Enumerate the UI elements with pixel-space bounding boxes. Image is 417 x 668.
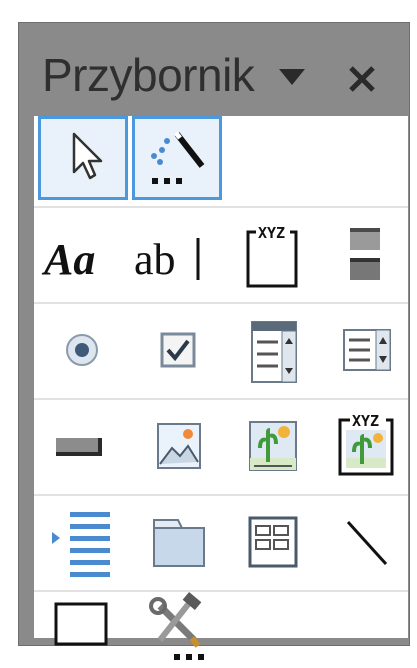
bound-object-frame-icon: XYZ [338,412,394,476]
toggle-button-tool-button[interactable] [320,212,410,296]
option-group-xyz-icon: XYZ [246,224,298,288]
image-tool-button[interactable] [132,404,222,488]
radio-button-icon [66,334,98,366]
textbox-tool-button[interactable]: ab [132,212,222,296]
unbound-object-frame-icon [249,421,297,471]
option-group-tool-button[interactable]: XYZ [226,212,316,296]
svg-text:XYZ: XYZ [258,224,285,242]
row-divider [34,398,408,400]
label-tool-button[interactable]: Aa [38,212,128,296]
command-button-tool-button[interactable] [38,404,128,488]
toolbox-panel: Aa ab XYZ XYZ [34,116,410,660]
toggle-button-icon [350,228,380,280]
rectangle-icon [54,602,108,646]
tools-icon [149,592,204,660]
row-divider [34,494,408,496]
magic-wand-icon [151,131,205,184]
svg-text:XYZ: XYZ [352,412,379,430]
toolbox-window: Przybornik Aa ab XYZ XYZ [18,22,410,660]
line-tool-button[interactable] [320,500,410,584]
control-wizards-button[interactable] [132,116,222,200]
tab-control-icon [153,519,205,567]
list-box-icon [343,329,391,371]
close-icon[interactable] [345,62,379,96]
svg-text:ab: ab [134,235,176,284]
label-aa-icon: Aa [41,235,95,284]
subform-icon [248,516,298,568]
more-controls-button[interactable] [132,584,222,668]
option-button-tool-button[interactable] [38,308,128,392]
pointer-arrow-icon [72,132,103,180]
page-break-tool-button[interactable] [38,500,128,584]
command-button-icon [56,438,102,456]
picture-icon [157,423,201,469]
page-break-icon [52,512,110,577]
subform-tool-button[interactable] [226,500,316,584]
toolbox-titlebar[interactable]: Przybornik [34,36,408,116]
tab-control-tool-button[interactable] [132,500,222,584]
bound-object-frame-tool-button[interactable]: XYZ [320,404,410,488]
line-icon [346,520,388,566]
list-box-tool-button[interactable] [320,308,410,392]
pointer-tool-button[interactable] [38,116,128,200]
toolbox-title: Przybornik [42,49,255,101]
rectangle-tool-button[interactable] [38,592,128,646]
svg-text:Aa: Aa [41,235,95,284]
checkbox-tool-button[interactable] [132,308,222,392]
unbound-object-frame-tool-button[interactable] [226,404,316,488]
row-divider [34,206,408,208]
row-divider [34,302,408,304]
checkbox-icon [160,332,196,368]
combo-box-tool-button[interactable] [226,308,316,392]
textbox-ab-icon: ab [134,235,200,284]
dropdown-arrow-icon[interactable] [277,66,307,88]
combo-box-icon [251,321,297,383]
